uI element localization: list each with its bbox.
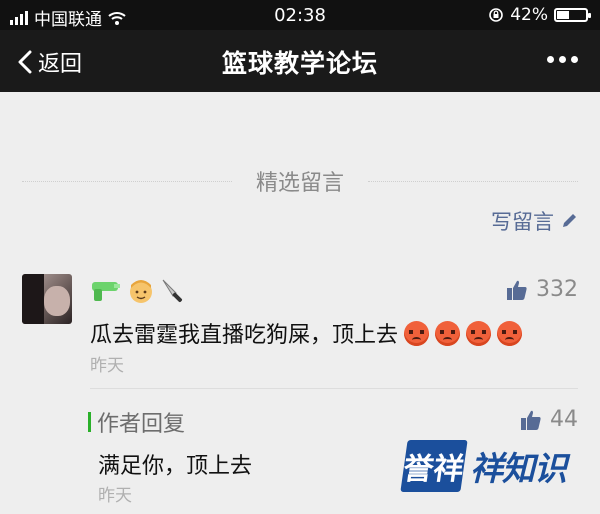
angry-face-icon bbox=[466, 320, 492, 346]
commenter-name bbox=[90, 277, 188, 305]
water-pistol-icon bbox=[92, 282, 120, 301]
author-reply-text: 作者回复 bbox=[97, 412, 186, 437]
battery-fill bbox=[557, 11, 569, 19]
angry-face-icon bbox=[404, 320, 430, 346]
reply-text: 满足你，顶上去 bbox=[98, 454, 253, 479]
page-title: 篮球教学论坛 bbox=[221, 49, 378, 78]
section-header: 精选留言 bbox=[22, 163, 578, 199]
comment-body: 瓜去雷霆我直播吃狗屎，顶上去 bbox=[90, 323, 399, 348]
avatar[interactable] bbox=[22, 274, 72, 324]
more-button[interactable] bbox=[547, 56, 578, 63]
status-bar: 中国联通 02:38 42% bbox=[0, 0, 600, 30]
reply-like-button[interactable]: 44 bbox=[520, 407, 578, 432]
write-comment-button[interactable]: 写留言 bbox=[491, 206, 578, 236]
orientation-lock-icon bbox=[489, 8, 504, 22]
watermark-text: 祥知识 bbox=[470, 449, 567, 488]
like-button[interactable]: 332 bbox=[506, 277, 578, 302]
status-right: 42% bbox=[488, 5, 591, 25]
thumbs-up-icon bbox=[507, 280, 527, 300]
section-title: 精选留言 bbox=[255, 171, 344, 196]
reply-time: 昨天 bbox=[98, 486, 132, 506]
watermark-badge: 誉祥 bbox=[400, 440, 468, 492]
comment-text: 瓜去雷霆我直播吃狗屎，顶上去 bbox=[90, 317, 523, 349]
reply-accent-bar bbox=[88, 412, 91, 432]
angry-face-icon bbox=[497, 320, 523, 346]
reply-divider bbox=[90, 388, 578, 389]
battery-icon bbox=[554, 8, 591, 22]
author-reply-label: 作者回复 bbox=[88, 406, 185, 438]
comment-time: 昨天 bbox=[90, 356, 124, 376]
write-comment-label: 写留言 bbox=[491, 210, 554, 234]
battery-percent: 42% bbox=[510, 5, 548, 25]
man-face-icon bbox=[130, 280, 152, 303]
like-count: 332 bbox=[536, 277, 578, 302]
thumbs-up-icon bbox=[521, 410, 541, 430]
pencil-icon bbox=[563, 214, 576, 227]
nav-bar: 返回 篮球教学论坛 bbox=[0, 30, 600, 92]
kitchen-knife-icon bbox=[162, 279, 183, 303]
angry-face-icon bbox=[435, 320, 461, 346]
watermark-logo: 誉祥 祥知识 bbox=[400, 438, 592, 494]
reply-like-count: 44 bbox=[550, 407, 578, 432]
